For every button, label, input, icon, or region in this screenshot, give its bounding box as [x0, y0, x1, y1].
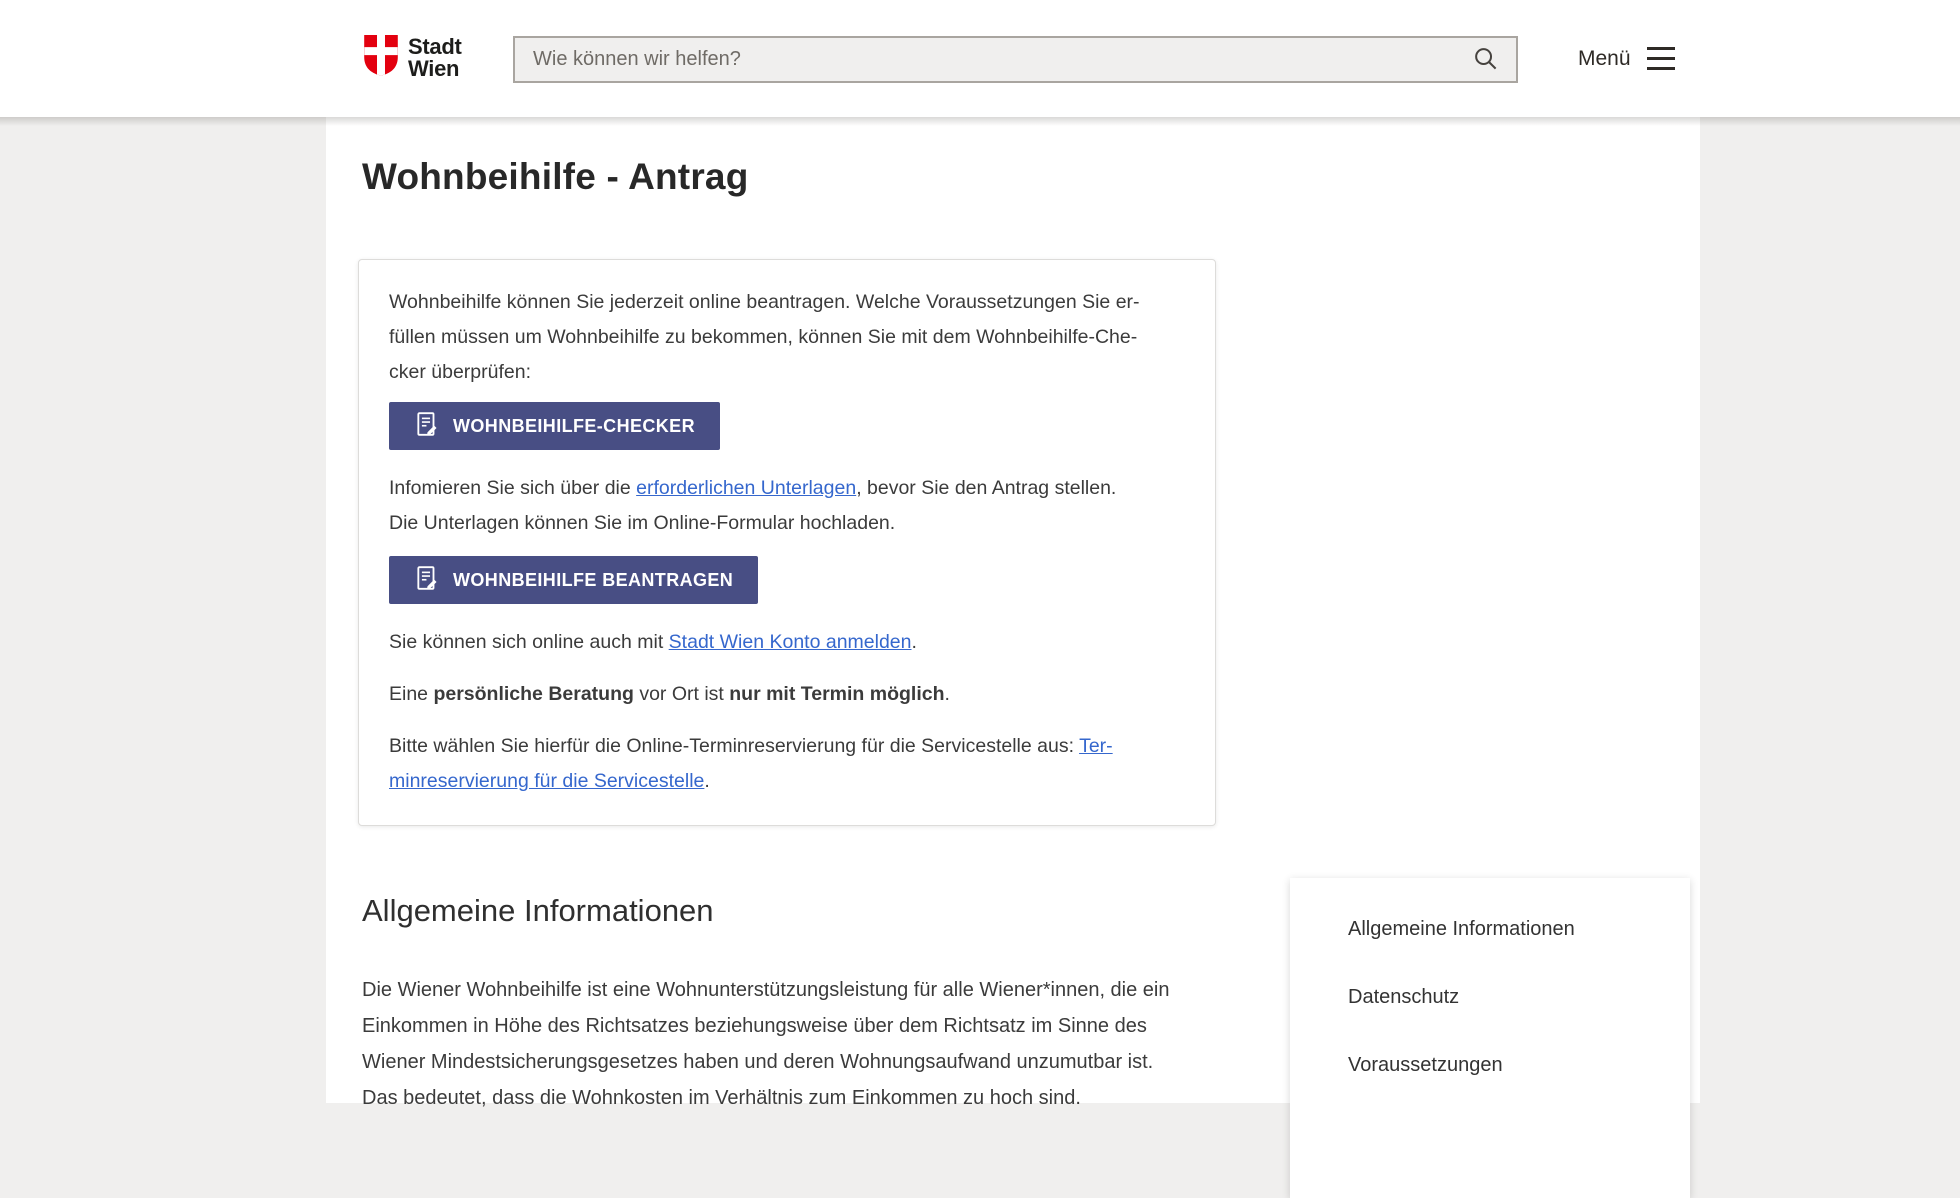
intro-paragraph: Wohnbeihilfe können Sie jederzeit online… [389, 285, 1185, 390]
menu-button[interactable]: Menü [1578, 0, 1675, 117]
search-button[interactable] [1454, 38, 1516, 81]
konto-paragraph: Sie können sich online auch mit Stadt Wi… [389, 625, 1185, 660]
search-icon [1472, 45, 1499, 75]
checker-button-label: WOHNBEIHILFE-CHECKER [453, 416, 695, 437]
site-header: Stadt Wien Menü [0, 0, 1960, 117]
sidebar-item-allgemeine-informationen[interactable]: Allgemeine Informationen [1348, 918, 1690, 941]
site-search [513, 36, 1518, 83]
page-nav-sidebar: Allgemeine Informationen Datenschutz Vor… [1290, 878, 1690, 1198]
terminreservierung-link[interactable]: minreservierung für die Servicestelle [389, 770, 704, 792]
menu-label: Menü [1578, 47, 1631, 71]
documents-paragraph: Infomieren Sie sich über die erforderlic… [389, 471, 1185, 541]
section-body-paragraph: Die Wiener Wohnbeihilfe ist eine Wohnunt… [362, 972, 1170, 1116]
sidebar-item-datenschutz[interactable]: Datenschutz [1348, 986, 1690, 1009]
hamburger-icon [1647, 47, 1675, 70]
application-info-card: Wohnbeihilfe können Sie jederzeit online… [358, 259, 1216, 826]
terminreservierung-paragraph: Bitte wählen Sie hierfür die Online-Term… [389, 729, 1185, 799]
sidebar-item-voraussetzungen[interactable]: Voraussetzungen [1348, 1054, 1690, 1077]
wohnbeihilfe-beantragen-button[interactable]: WOHNBEIHILFE BEANTRAGEN [389, 556, 758, 604]
terminreservierung-link[interactable]: Ter- [1079, 735, 1113, 757]
apply-button-label: WOHNBEIHILFE BEANTRAGEN [453, 570, 733, 591]
stadt-wien-logo[interactable]: Stadt Wien [363, 34, 462, 81]
stadt-wien-konto-link[interactable]: Stadt Wien Konto anmelden [669, 631, 912, 653]
section-heading: Allgemeine Informationen [362, 893, 714, 929]
header-shadow [0, 117, 1960, 126]
wien-shield-icon [363, 34, 399, 81]
logo-text: Stadt Wien [408, 36, 462, 80]
document-edit-icon [414, 411, 440, 442]
document-edit-icon [414, 565, 440, 596]
required-documents-link[interactable]: erforderlichen Unterlagen [636, 477, 856, 499]
beratung-paragraph: Eine persönliche Beratung vor Ort ist nu… [389, 677, 1185, 712]
page-title: Wohnbeihilfe - Antrag [362, 156, 749, 198]
search-input[interactable] [515, 38, 1454, 81]
wohnbeihilfe-checker-button[interactable]: WOHNBEIHILFE-CHECKER [389, 402, 720, 450]
